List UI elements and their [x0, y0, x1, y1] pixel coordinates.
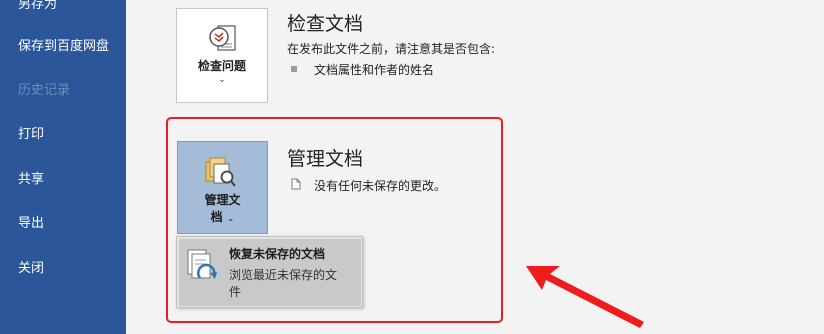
recover-document-icon [187, 249, 217, 279]
manage-status-text: 没有任何未保存的更改。 [314, 179, 447, 193]
inspect-section-description: 在发布此文件之前，请注意其是否包含: [287, 42, 496, 56]
sidebar-item-save-to-baidu[interactable]: 保存到百度网盘 [18, 35, 109, 54]
manage-document-label-text: 档 [210, 210, 223, 224]
inspect-document-button[interactable]: 检查问题 ⌄ [176, 8, 268, 103]
inspect-section-title: 检查文档 [287, 13, 364, 35]
manage-document-button[interactable]: 管理文 档 ⌄ [177, 141, 268, 234]
manage-document-icon [205, 157, 236, 187]
inspect-document-icon [209, 25, 236, 51]
manage-document-menu: 恢复未保存的文档 浏览最近未保存的文件 [176, 236, 363, 308]
inspect-bullet-item: 文档属性和作者的姓名 [314, 63, 435, 77]
chevron-down-icon: ⌄ [226, 214, 235, 224]
recover-unsaved-description: 浏览最近未保存的文件 [229, 268, 338, 299]
bullet-icon [291, 66, 297, 72]
manage-document-label-line2: 档 ⌄ [178, 208, 267, 225]
sidebar-item-print[interactable]: 打印 [18, 123, 44, 142]
inspect-document-label: 检查问题 [197, 59, 246, 73]
sidebar-item-save-as[interactable]: 另存为 [18, 0, 57, 12]
manage-section-title: 管理文档 [287, 148, 364, 170]
arrow-annotation-icon [526, 266, 644, 328]
chevron-down-icon: ⌄ [218, 75, 226, 85]
sidebar-item-close[interactable]: 关闭 [18, 257, 44, 276]
manage-document-label-line1: 管理文 [204, 193, 241, 207]
sidebar-item-history: 历史记录 [18, 83, 71, 98]
recover-unsaved-documents-item[interactable]: 恢复未保存的文档 浏览最近未保存的文件 [179, 239, 361, 306]
document-icon [291, 178, 301, 190]
recover-unsaved-title: 恢复未保存的文档 [229, 247, 326, 261]
sidebar-item-export[interactable]: 导出 [18, 212, 44, 231]
backstage-sidebar: 另存为 保存到百度网盘 历史记录 打印 共享 导出 关闭 [0, 0, 126, 334]
sidebar-item-share[interactable]: 共享 [18, 168, 44, 187]
